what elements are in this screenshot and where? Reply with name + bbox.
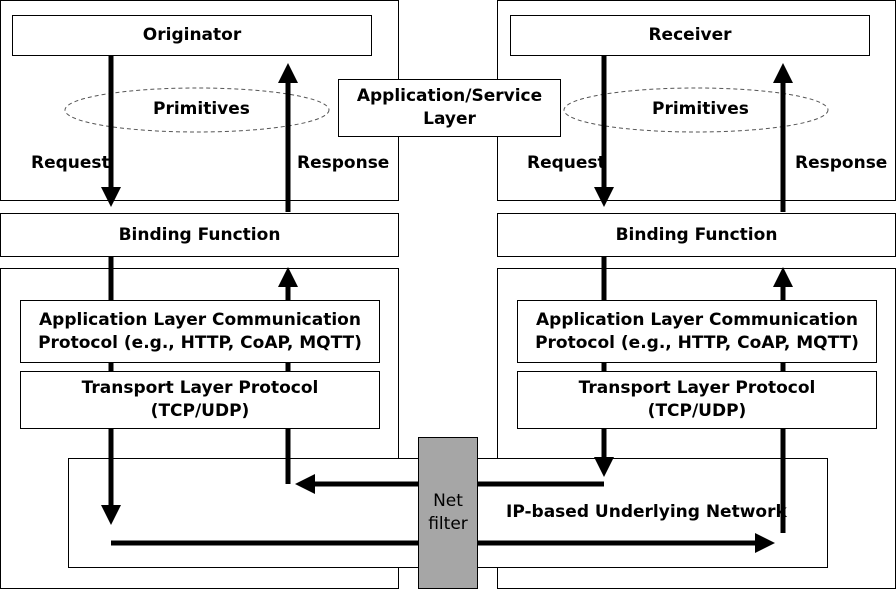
left-binding-function: Binding Function	[0, 213, 399, 257]
diagram: IP-based Underlying Network Originator R…	[0, 0, 896, 589]
right-transport-box: Transport Layer Protocol (TCP/UDP)	[517, 371, 877, 429]
receiver-box: Receiver	[510, 15, 870, 56]
left-transport-box: Transport Layer Protocol (TCP/UDP)	[20, 371, 380, 429]
net-filter: Net filter	[418, 437, 478, 589]
left-app-protocol-line2: Protocol (e.g., HTTP, CoAP, MQTT)	[38, 332, 362, 353]
service-layer-box: Application/Service Layer	[338, 79, 561, 137]
left-app-protocol-line1: Application Layer Communication	[39, 309, 361, 330]
net-filter-line2: filter	[428, 514, 468, 534]
left-app-protocol-box: Application Layer Communication Protocol…	[20, 300, 380, 363]
right-transport-line1: Transport Layer Protocol	[578, 378, 816, 398]
right-transport-line2: (TCP/UDP)	[647, 401, 747, 421]
originator-box: Originator	[12, 15, 372, 56]
right-primitives-label: Primitives	[652, 99, 749, 119]
service-layer-line2: Layer	[423, 109, 476, 129]
left-primitives-label: Primitives	[153, 99, 250, 119]
right-binding-function: Binding Function	[497, 213, 896, 257]
service-layer-line1: Application/Service	[356, 86, 543, 106]
right-app-protocol-line2: Protocol (e.g., HTTP, CoAP, MQTT)	[535, 332, 859, 353]
right-app-protocol-box: Application Layer Communication Protocol…	[517, 300, 877, 363]
left-transport-line1: Transport Layer Protocol	[81, 378, 319, 398]
net-filter-line1: Net	[433, 491, 463, 511]
left-transport-line2: (TCP/UDP)	[150, 401, 250, 421]
right-app-protocol-line1: Application Layer Communication	[536, 309, 858, 330]
right-request-label: Request	[527, 153, 606, 173]
right-response-label: Response	[795, 153, 888, 173]
left-request-label: Request	[31, 153, 110, 173]
left-response-label: Response	[297, 153, 390, 173]
